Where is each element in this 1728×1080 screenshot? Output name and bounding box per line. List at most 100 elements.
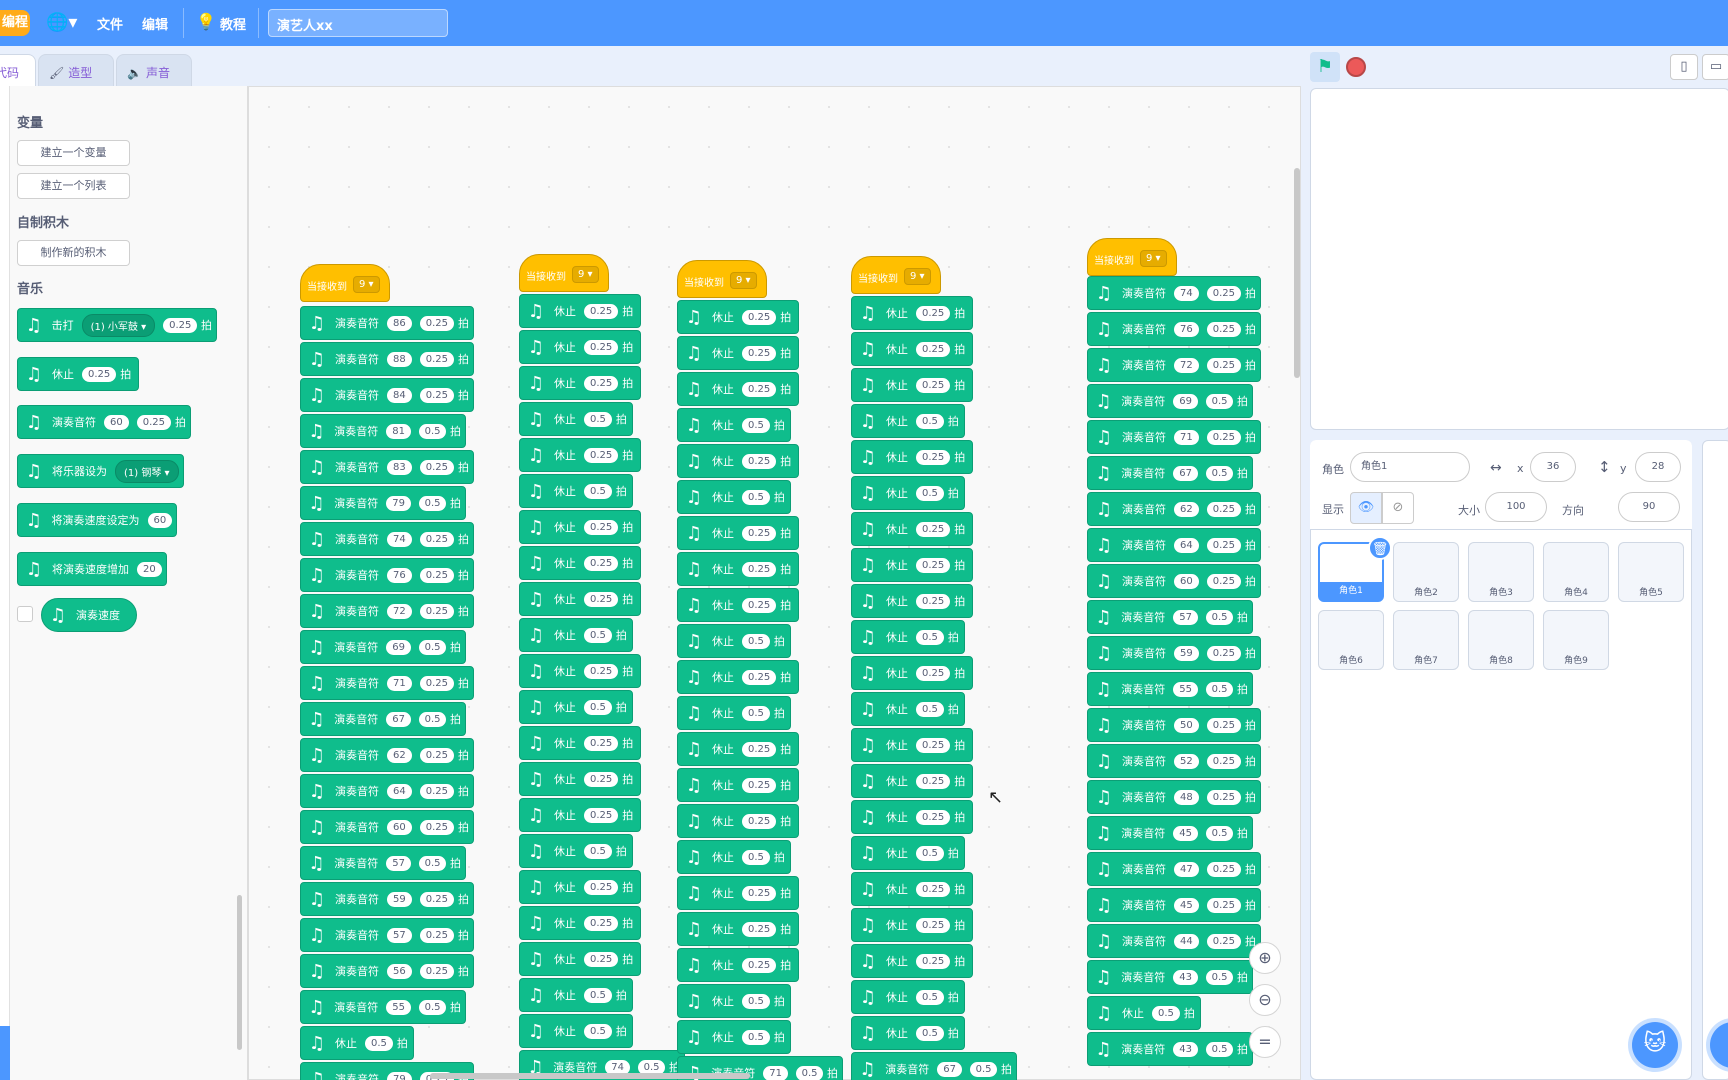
x-input[interactable]: 36: [1530, 452, 1576, 482]
rest-block[interactable]: ♫ 休止 0.25 拍: [677, 588, 799, 622]
play-note-block[interactable]: ♫ 演奏音符 45 0.5 拍: [1087, 816, 1253, 850]
direction-input[interactable]: 90: [1618, 492, 1680, 522]
project-title-input[interactable]: 演艺人xx: [268, 9, 448, 37]
beats-input[interactable]: 0.25: [1206, 753, 1241, 769]
rest-block[interactable]: ♫ 休止 0.5 拍: [677, 984, 791, 1018]
rest-block[interactable]: ♫ 休止 0.5 拍: [300, 1026, 414, 1060]
beats-input[interactable]: 0.25: [584, 771, 619, 787]
rest-block[interactable]: ♫ 休止 0.25 拍: [519, 510, 641, 544]
rest-block[interactable]: ♫ 休止 0.25 拍: [851, 368, 973, 402]
beats-input[interactable]: 0.5: [584, 483, 612, 499]
play-note-block[interactable]: ♫ 演奏音符 71 0.25 拍: [300, 666, 474, 700]
note-input[interactable]: 67: [937, 1061, 962, 1077]
beats-input[interactable]: 0.25: [1206, 933, 1241, 949]
note-input[interactable]: 81: [386, 423, 411, 439]
rest-block[interactable]: ♫ 休止 0.25 拍: [851, 656, 973, 690]
beats-input[interactable]: 0.25: [1206, 537, 1241, 553]
play-note-block[interactable]: ♫ 演奏音符 43 0.5 拍: [1087, 1032, 1253, 1066]
rest-block[interactable]: ♫ 休止 0.25 拍: [851, 332, 973, 366]
rest-block[interactable]: ♫ 休止 0.25 拍: [851, 296, 973, 330]
small-stage-icon[interactable]: ▯: [1670, 54, 1698, 80]
rest-block[interactable]: ♫ 休止 0.25 拍: [677, 768, 799, 802]
rest-block[interactable]: ♫ 休止 0.25 拍: [519, 330, 641, 364]
beats-input[interactable]: 0.5: [1205, 969, 1233, 985]
play-note-block[interactable]: ♫ 演奏音符 47 0.25 拍: [1087, 852, 1261, 886]
beats-input[interactable]: 0.5: [1205, 1041, 1233, 1057]
beats-input[interactable]: 0.5: [969, 1061, 997, 1077]
note-input[interactable]: 83: [387, 459, 412, 475]
rest-block[interactable]: ♫ 休止 0.5 拍: [519, 402, 633, 436]
play-note-block[interactable]: ♫ 演奏音符 67 0.5 拍: [300, 702, 466, 736]
stop-icon[interactable]: [1346, 57, 1366, 77]
note-input[interactable]: 71: [763, 1065, 788, 1080]
when-receive-hat-block[interactable]: 当接收到 9 ▾: [300, 264, 390, 302]
play-note-block[interactable]: ♫ 演奏音符 60 0.25 拍: [300, 810, 474, 844]
play-note-block[interactable]: ♫ 演奏音符 59 0.25 拍: [300, 882, 474, 916]
when-receive-hat-block[interactable]: 当接收到 9 ▾: [851, 256, 941, 294]
beats-input[interactable]: 0.25: [742, 957, 777, 973]
beats-input[interactable]: 0.5: [742, 633, 770, 649]
menu-tutorial[interactable]: 教程: [220, 14, 246, 33]
rest-block[interactable]: ♫ 休止 0.25 拍: [519, 582, 641, 616]
tempo-monitor-checkbox[interactable]: [17, 606, 33, 622]
palette-drum-block[interactable]: ♫ 击打 (1) 小军鼓 ▾ 0.25 拍: [17, 308, 217, 342]
beats-input[interactable]: 0.5: [916, 701, 944, 717]
beats-input[interactable]: 0.25: [419, 747, 454, 763]
make-block-button[interactable]: 制作新的积木: [17, 240, 130, 266]
beats-input[interactable]: 0.25: [916, 341, 951, 357]
make-variable-button[interactable]: 建立一个变量: [17, 140, 130, 166]
beats-input[interactable]: 0.5: [584, 699, 612, 715]
beats-input[interactable]: 0.25: [916, 449, 951, 465]
play-note-block[interactable]: ♫ 演奏音符 74 0.25 拍: [300, 522, 474, 556]
beats-input[interactable]: 0.5: [1205, 393, 1233, 409]
beats-input[interactable]: 0.25: [419, 351, 454, 367]
beats-input[interactable]: 0.25: [136, 414, 171, 430]
beats-input[interactable]: 0.5: [418, 999, 446, 1015]
rest-block[interactable]: ♫ 休止 0.25 拍: [519, 870, 641, 904]
beats-input[interactable]: 0.25: [916, 557, 951, 573]
note-input[interactable]: 74: [387, 531, 412, 547]
beats-input[interactable]: 0.25: [419, 963, 454, 979]
rest-block[interactable]: ♫ 休止 0.5 拍: [519, 474, 633, 508]
note-input[interactable]: 72: [1174, 357, 1199, 373]
stage-canvas[interactable]: [1310, 88, 1728, 430]
note-input[interactable]: 62: [1174, 501, 1199, 517]
beats-input[interactable]: 0.25: [742, 309, 777, 325]
palette-tempo-reporter[interactable]: ♫ 演奏速度: [41, 598, 137, 632]
message-dropdown[interactable]: 9 ▾: [572, 266, 599, 283]
play-note-block[interactable]: ♫ 演奏音符 76 0.25 拍: [300, 558, 474, 592]
message-dropdown[interactable]: 9 ▾: [904, 268, 931, 285]
play-note-block[interactable]: ♫ 演奏音符 72 0.25 拍: [300, 594, 474, 628]
rest-block[interactable]: ♫ 休止 0.25 拍: [677, 948, 799, 982]
beats-input[interactable]: 0.25: [584, 375, 619, 391]
instrument-dropdown[interactable]: (1) 钢琴 ▾: [115, 459, 179, 483]
beats-input[interactable]: 0.25: [916, 521, 951, 537]
rest-block[interactable]: ♫ 休止 0.25 拍: [519, 294, 641, 328]
note-input[interactable]: 43: [1173, 1041, 1198, 1057]
note-input[interactable]: 59: [387, 891, 412, 907]
play-note-block[interactable]: ♫ 演奏音符 72 0.25 拍: [1087, 348, 1261, 382]
play-note-block[interactable]: ♫ 演奏音符 67 0.5 拍: [851, 1052, 1017, 1080]
play-note-block[interactable]: ♫ 演奏音符 59 0.25 拍: [1087, 636, 1261, 670]
note-input[interactable]: 52: [1174, 753, 1199, 769]
rest-block[interactable]: ♫ 休止 0.25 拍: [677, 804, 799, 838]
message-dropdown[interactable]: 9 ▾: [730, 272, 757, 289]
beats-input[interactable]: 0.25: [916, 593, 951, 609]
beats-input[interactable]: 0.25: [916, 917, 951, 933]
beats-input[interactable]: 0.5: [742, 1029, 770, 1045]
rest-block[interactable]: ♫ 休止 0.25 拍: [851, 872, 973, 906]
beats-input[interactable]: 0.25: [916, 377, 951, 393]
note-input[interactable]: 84: [387, 387, 412, 403]
play-note-block[interactable]: ♫ 演奏音符 83 0.25 拍: [300, 450, 474, 484]
rest-block[interactable]: ♫ 休止 0.25 拍: [677, 912, 799, 946]
rest-block[interactable]: ♫ 休止 0.5 拍: [851, 692, 965, 726]
palette-scrollbar[interactable]: [237, 895, 242, 1050]
play-note-block[interactable]: ♫ 演奏音符 57 0.5 拍: [1087, 600, 1253, 634]
tempo-input[interactable]: 20: [137, 561, 162, 577]
note-input[interactable]: 44: [1174, 933, 1199, 949]
beats-input[interactable]: 0.25: [584, 519, 619, 535]
tab-costumes[interactable]: 🖌 造型: [38, 54, 114, 86]
beats-input[interactable]: 0.25: [419, 315, 454, 331]
beats-input[interactable]: 0.25: [742, 525, 777, 541]
beats-input[interactable]: 0.25: [419, 387, 454, 403]
